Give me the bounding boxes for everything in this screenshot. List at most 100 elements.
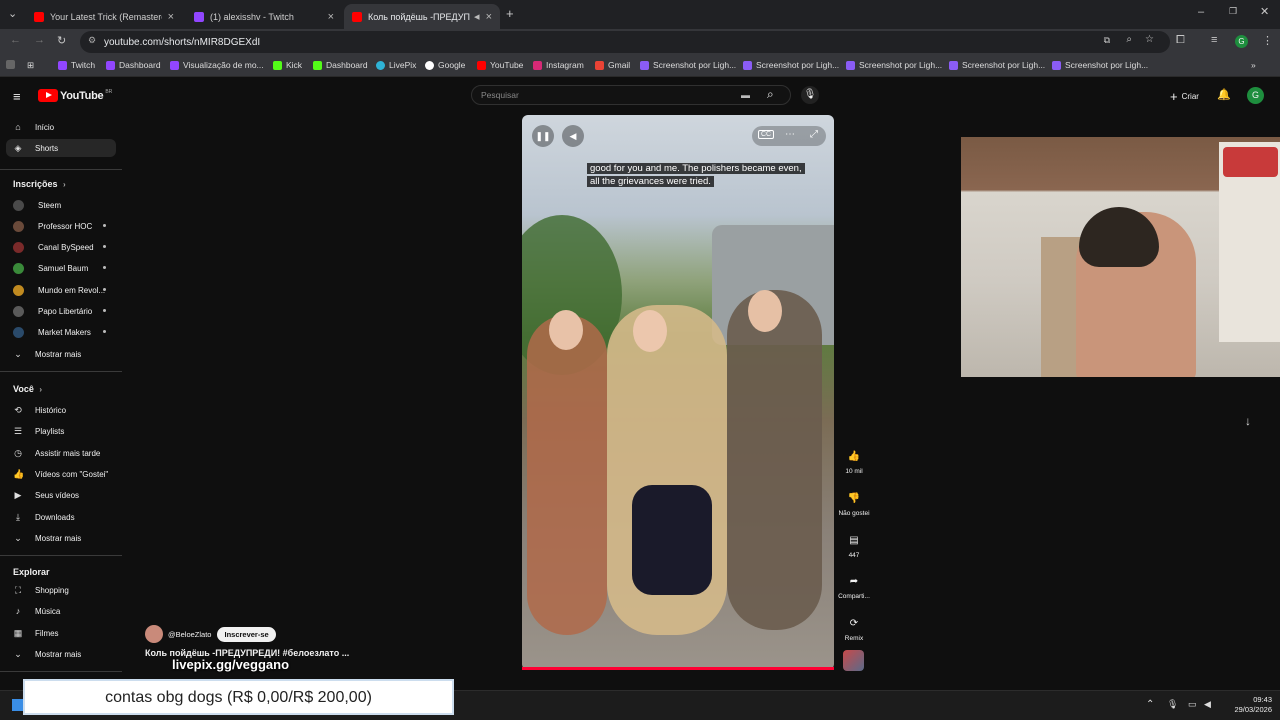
channel-avatar[interactable] [145, 625, 163, 643]
network-icon[interactable]: ▭ [1188, 699, 1197, 710]
sidebar-sub-item[interactable]: Mundo em Revol... [0, 281, 116, 299]
site-info-icon[interactable]: ⚙ [88, 35, 96, 46]
sidebar-item-watch-later[interactable]: ◷ Assistir mais tarde [0, 444, 116, 462]
sidebar-item-shorts[interactable]: ◈ Shorts [6, 139, 116, 157]
like-button[interactable]: 👍 10 mil [838, 447, 870, 476]
address-bar[interactable]: ⚙ youtube.com/shorts/nMIR8DGEXdI ⧉ ⌕ ☆ [80, 31, 1170, 53]
bookmark-item[interactable]: Screenshot por Ligh... [640, 60, 736, 70]
zoom-icon[interactable]: ⌕ [1126, 34, 1132, 45]
bookmark-item[interactable]: Screenshot por Ligh... [949, 60, 1045, 70]
volume-icon[interactable]: ◀ [1204, 699, 1211, 710]
more-options-icon[interactable]: ⋯ [785, 129, 795, 140]
tray-chevron-icon[interactable]: ⌃ [1146, 699, 1154, 710]
notifications-bell-icon[interactable]: 🔔 [1217, 88, 1231, 101]
clock[interactable]: 09:43 29/03/2026 [1222, 695, 1272, 715]
pause-button[interactable]: ❚❚ [532, 125, 554, 147]
search-icon[interactable]: ⌕ [767, 87, 774, 102]
sidebar-sub-item[interactable]: Market Makers [0, 323, 116, 341]
tab-1[interactable]: Your Latest Trick (Remastered 1 × [26, 4, 182, 29]
sidebar-item-liked-videos[interactable]: 👍 Vídeos com "Gostei" [0, 465, 116, 483]
sidebar-item-your-videos[interactable]: ▶ Seus vídeos [0, 486, 116, 504]
account-avatar[interactable]: G [1247, 87, 1264, 104]
bookmark-item[interactable]: Instagram [533, 60, 584, 70]
bookmark-star-icon[interactable]: ☆ [1145, 34, 1154, 45]
menu-kebab-icon[interactable]: ⋮ [1262, 34, 1273, 47]
bookmark-item[interactable]: Dashboard [313, 60, 368, 70]
url-text: youtube.com/shorts/nMIR8DGEXdI [104, 36, 261, 48]
comments-button[interactable]: ▤ 447 [838, 531, 870, 560]
share-button[interactable]: ➦ Comparti... [838, 572, 870, 601]
bookmark-item[interactable]: Gmail [595, 60, 630, 70]
bookmark-item[interactable]: Twitch [58, 60, 95, 70]
channel-name[interactable]: @BeloeZlato [168, 630, 211, 639]
close-tab-icon[interactable]: × [328, 11, 334, 23]
bookmark-item[interactable]: Visualização de mo... [170, 60, 264, 70]
plus-icon: + [1170, 89, 1178, 104]
voice-search-mic-icon[interactable]: 🎙 [801, 86, 819, 104]
bookmark-item[interactable]: Screenshot por Ligh... [846, 60, 942, 70]
back-icon[interactable]: ← [10, 34, 21, 46]
tab-3-active[interactable]: Коль пойдёшь -ПРЕДУПРЕ ◂ × [344, 4, 500, 29]
sidebar: ⌂ Início ◈ Shorts Inscrições › Steem Pro… [0, 78, 122, 690]
you-header[interactable]: Você › [13, 384, 42, 394]
keyboard-icon[interactable]: ▬ [741, 90, 750, 100]
remix-button[interactable]: ⟳ Remix [838, 614, 870, 643]
profile-avatar[interactable]: G [1235, 35, 1248, 48]
volume-button[interactable]: ◀ [562, 125, 584, 147]
bookmark-item[interactable]: Screenshot por Ligh... [1052, 60, 1148, 70]
forward-icon[interactable]: → [34, 34, 45, 46]
sidebar-item-films[interactable]: ▦ Filmes [0, 624, 116, 642]
dislike-button[interactable]: 👎 Não gostei [838, 489, 870, 518]
subscribe-button[interactable]: Inscrever-se [217, 626, 276, 642]
close-window-icon[interactable]: ✕ [1260, 5, 1269, 18]
sound-thumbnail[interactable] [843, 650, 864, 671]
sidebar-sub-item[interactable]: Canal BySpeed [0, 238, 116, 256]
tab-search-icon[interactable]: ⌄ [8, 7, 17, 20]
bookmark-item[interactable]: Screenshot por Ligh... [743, 60, 839, 70]
sidebar-sub-item[interactable]: Steem [0, 196, 116, 214]
show-more-explore[interactable]: ⌄ Mostrar mais [0, 645, 116, 663]
show-more-you[interactable]: ⌄ Mostrar mais [0, 529, 116, 547]
home-icon: ⌂ [15, 122, 21, 132]
sidebar-sub-item[interactable]: Professor HOC [0, 217, 116, 235]
shorts-video-player[interactable] [522, 115, 834, 670]
captions-icon[interactable]: CC [758, 130, 775, 139]
more-bookmarks-icon[interactable]: » [1251, 60, 1256, 70]
show-more-subscriptions[interactable]: ⌄ Mostrar mais [0, 345, 116, 363]
subscriptions-header[interactable]: Inscrições › [13, 179, 66, 189]
bookmark-item[interactable]: Kick [273, 60, 302, 70]
bookmark-item[interactable]: Dashboard [106, 60, 161, 70]
mic-icon[interactable]: 🎙 [1167, 699, 1178, 710]
bookmark-item[interactable]: YouTube [477, 60, 523, 70]
reload-icon[interactable]: ↻ [57, 34, 66, 47]
tab-2[interactable]: (1) alexisshv - Twitch × [186, 4, 342, 29]
sidebar-item-downloads[interactable]: ⤓ Downloads [0, 508, 116, 526]
speaker-icon[interactable]: ◂ [474, 10, 480, 23]
sidebar-item-shopping[interactable]: ⛶ Shopping [0, 581, 116, 599]
close-tab-icon[interactable]: × [486, 11, 492, 23]
bookmarks-bar: ⊞ Twitch Dashboard Visualização de mo...… [0, 55, 1280, 77]
video-progress-bar[interactable] [522, 667, 834, 670]
sidebar-item-inicio[interactable]: ⌂ Início [0, 118, 116, 136]
search-input[interactable]: Pesquisar [481, 90, 519, 100]
apps-grid-icon[interactable]: ⊞ [27, 60, 34, 71]
install-icon[interactable]: ⧉ [1104, 35, 1110, 46]
sidebar-item-playlists[interactable]: ☰ Playlists [0, 422, 116, 440]
sidebar-item-history[interactable]: ⟲ Histórico [0, 401, 116, 419]
restore-icon[interactable]: ❐ [1229, 6, 1237, 17]
search-box[interactable]: Pesquisar ▬ ⌕ [471, 85, 791, 105]
extensions-icon[interactable]: ⧠ [1176, 34, 1185, 47]
minimize-icon[interactable]: – [1198, 6, 1204, 18]
fullscreen-icon[interactable]: ⤢ [810, 129, 818, 140]
bookmark-item[interactable]: Google [425, 60, 465, 70]
tab-groups-icon[interactable] [6, 60, 19, 69]
bookmark-item[interactable]: LivePix [376, 60, 416, 70]
sidebar-sub-item[interactable]: Samuel Baum [0, 259, 116, 277]
sidebar-sub-item[interactable]: Papo Libertário [0, 302, 116, 320]
sidebar-item-music[interactable]: ♪ Música [0, 602, 116, 620]
next-video-arrow-icon[interactable]: ↓ [1245, 414, 1251, 428]
new-tab-icon[interactable]: + [506, 6, 514, 21]
media-icon[interactable]: ≡ [1211, 34, 1217, 46]
create-button[interactable]: + Criar [1170, 89, 1199, 104]
close-tab-icon[interactable]: × [168, 11, 174, 23]
